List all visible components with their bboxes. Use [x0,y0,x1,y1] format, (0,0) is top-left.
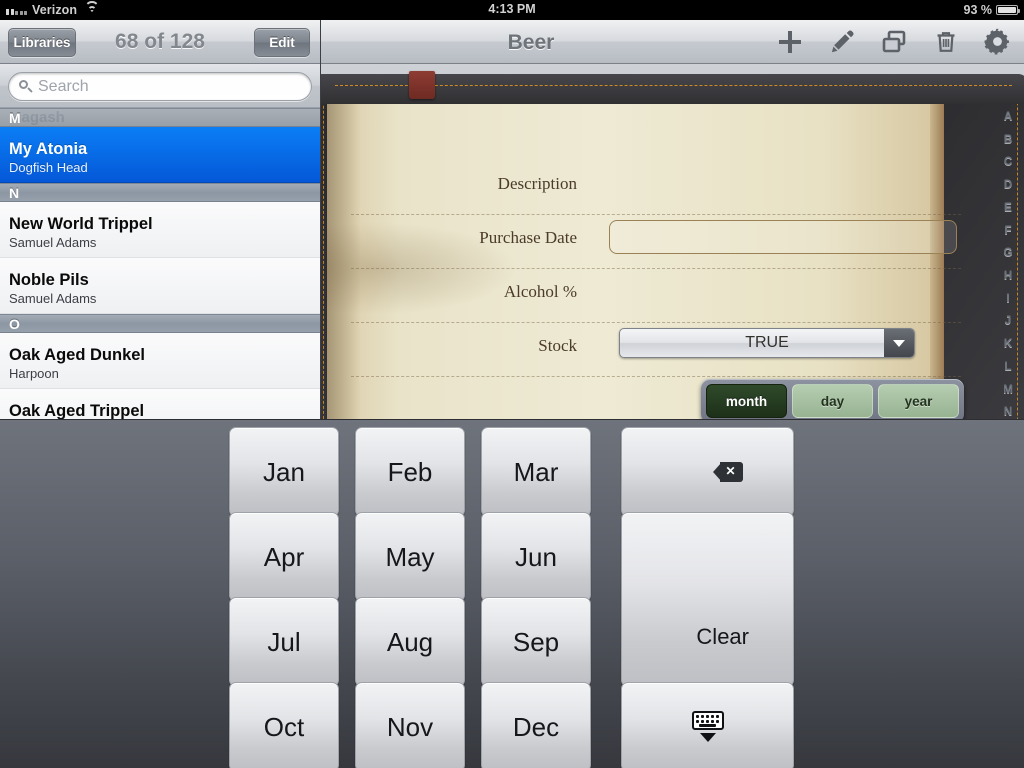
record-form: Description Purchase Date Alcohol % Stoc… [321,64,1024,419]
index-letter[interactable]: C [1004,157,1012,169]
search-input[interactable]: Search [8,72,312,101]
field-alcohol-percent: Alcohol % [351,270,961,322]
index-letter[interactable]: G [1004,248,1013,260]
row-title: Noble Pils [9,270,89,289]
month-picker-keyboard: Jan Feb Mar Apr May Jun Jul Aug Sep Oct … [0,419,1024,768]
month-key-jun[interactable]: Jun [481,512,591,602]
ipad-screen: Verizon 4:13 PM 93 % Libraries 68 of 128… [0,0,1024,768]
purchase-date-input[interactable] [609,220,957,254]
detail-toolbar: Beer [321,20,1024,64]
index-letter[interactable]: H [1004,271,1012,283]
index-letter[interactable]: A [1004,111,1012,124]
section-header-m: M [0,108,320,127]
index-letter[interactable]: F [1004,225,1011,238]
backspace-key[interactable]: ✕ [621,427,794,517]
month-key-jul[interactable]: Jul [229,597,339,687]
search-placeholder: Search [38,77,89,95]
chevron-down-icon[interactable] [884,329,914,357]
row-subtitle: Samuel Adams [9,234,97,250]
row-title: Oak Aged Trippel [9,401,145,420]
battery-icon [996,5,1020,15]
row-title: Oak Aged Dunkel [9,345,146,364]
index-letter[interactable]: I [1006,293,1009,306]
hide-keyboard-icon [689,711,727,743]
table-row[interactable]: Oak Aged Trippel White Birch [0,389,320,419]
field-label: Alcohol % [503,282,577,301]
row-subtitle: Samuel Adams [9,290,97,306]
edit-button[interactable]: Edit [254,28,310,57]
clear-key[interactable]: Clear [621,512,794,687]
field-label: Stock [538,336,577,355]
status-bar: Verizon 4:13 PM 93 % [0,0,1024,20]
status-bar-clock: 4:13 PM [488,2,536,16]
section-header-n: N [0,183,320,202]
row-title: New World Trippel [9,214,153,233]
settings-button[interactable] [971,20,1023,63]
plus-icon [779,30,801,53]
month-key-jan[interactable]: Jan [229,427,339,517]
field-label: Purchase Date [479,228,577,247]
month-key-feb[interactable]: Feb [355,427,465,517]
field-divider [351,322,961,323]
index-letter[interactable]: E [1004,202,1012,215]
index-letter[interactable]: L [1004,361,1011,374]
record-list[interactable]: Magash M My Atonia Dogfish Head N New Wo… [0,108,320,419]
table-row[interactable]: Noble Pils Samuel Adams [0,258,320,314]
row-subtitle: Harpoon [9,365,59,381]
row-title: My Atonia [9,139,88,158]
field-divider [351,268,961,269]
battery-percent-label: 93 % [963,3,993,17]
month-key-dec[interactable]: Dec [481,682,591,768]
field-stock: Stock TRUE [351,324,961,376]
trash-icon [937,31,955,52]
duplicate-record-button[interactable] [868,20,920,63]
month-key-sep[interactable]: Sep [481,597,591,687]
table-row[interactable]: My Atonia Dogfish Head [0,127,320,183]
row-subtitle: Dogfish Head [9,159,88,175]
field-divider [351,376,961,377]
segment-day[interactable]: day [792,384,873,418]
copy-icon [882,30,906,52]
edit-record-button[interactable] [816,20,868,63]
gear-icon [984,28,1009,55]
pencil-icon [831,29,854,52]
index-letter[interactable]: M [1003,384,1013,397]
index-letter[interactable]: K [1004,339,1012,351]
index-letter[interactable]: N [1004,407,1012,419]
stock-value: TRUE [745,334,789,351]
field-purchase-date: Purchase Date [351,216,961,268]
backspace-icon: ✕ [713,462,743,482]
section-index-bar[interactable]: A B C D E F G H I J K L M N [992,108,1024,419]
month-key-nov[interactable]: Nov [355,682,465,768]
month-key-mar[interactable]: Mar [481,427,591,517]
index-letter[interactable]: D [1004,180,1012,192]
table-row[interactable]: Oak Aged Dunkel Harpoon [0,333,320,389]
delete-record-button[interactable] [920,20,972,63]
detail-pane: Description Purchase Date Alcohol % Stoc… [321,20,1024,419]
sidebar-navigation-bar: Libraries 68 of 128 Edit [0,20,320,64]
segment-year[interactable]: year [878,384,959,418]
add-record-button[interactable] [764,20,816,63]
pane-divider [320,20,321,419]
date-part-segmented-control[interactable]: month day year [701,379,964,419]
table-row[interactable]: New World Trippel Samuel Adams [0,202,320,258]
index-letter[interactable]: B [1004,134,1012,147]
month-key-may[interactable]: May [355,512,465,602]
field-description: Description [351,162,961,214]
status-bar-right: 93 % [963,2,1020,18]
search-icon [19,80,33,93]
month-key-oct[interactable]: Oct [229,682,339,768]
section-header-o: O [0,314,320,333]
month-key-aug[interactable]: Aug [355,597,465,687]
field-label: Description [497,174,577,193]
search-bar-container: Search [0,64,320,108]
page-title: Beer [507,31,555,54]
month-key-apr[interactable]: Apr [229,512,339,602]
stock-dropdown[interactable]: TRUE [619,328,915,358]
hide-keyboard-key[interactable] [621,682,794,768]
index-letter[interactable]: J [1005,316,1011,328]
segment-month[interactable]: month [706,384,787,418]
section-m-wrapper: Magash M [0,108,320,127]
field-divider [351,214,961,215]
